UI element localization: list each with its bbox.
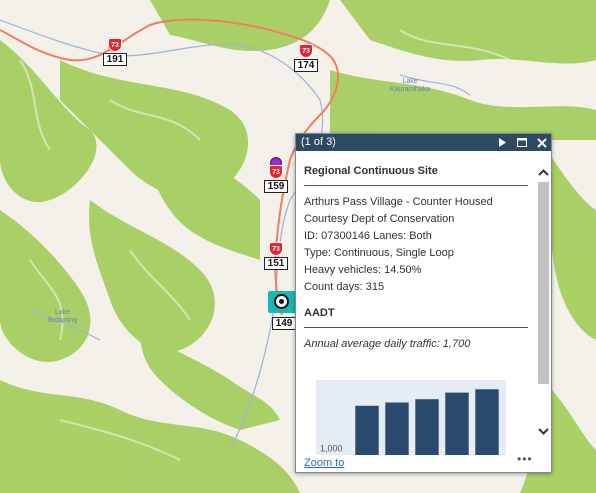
scroll-up-button[interactable] (536, 165, 551, 179)
chart-bar[interactable] (445, 392, 469, 455)
site-title: Regional Continuous Site (304, 165, 528, 186)
popup-content[interactable]: Regional Continuous Site Arthurs Pass Vi… (296, 151, 536, 455)
zoom-to-link[interactable]: Zoom to (304, 457, 344, 470)
route-shield-191: 73 191 (103, 38, 127, 66)
popup-feature-counter: (1 of 3) (301, 136, 336, 148)
popup-scrollbar[interactable] (536, 151, 551, 455)
aadt-chart-svg: 1,000 (320, 389, 502, 456)
scroll-thumb[interactable] (538, 182, 549, 384)
attribute-line: Type: Continuous, Single Loop (304, 247, 454, 259)
maximize-icon (516, 138, 527, 147)
play-next-icon (499, 138, 506, 147)
aadt-section-title: AADT (304, 307, 528, 328)
chart-bar[interactable] (415, 399, 439, 455)
aadt-chart: 1,000 (316, 380, 506, 455)
attribute-line: Courtesy Dept of Conservation (304, 213, 455, 225)
close-icon (536, 137, 547, 148)
chevron-down-icon (538, 427, 549, 435)
more-actions-button[interactable]: ••• (517, 453, 535, 465)
chart-bar[interactable] (475, 389, 499, 455)
route-shield-149: 73 149 (272, 302, 296, 330)
next-feature-button[interactable] (494, 134, 511, 151)
attribute-line: ID: 07300146 Lanes: Both (304, 230, 432, 242)
y-tick-label: 1,000 (320, 444, 343, 454)
scroll-down-button[interactable] (536, 424, 551, 438)
place-label-lake-kaurarahaka: Lake Kaurarahaka (390, 78, 431, 93)
attribute-line: Arthurs Pass Village - Counter Housed (304, 196, 493, 208)
close-button[interactable] (533, 134, 550, 151)
route-shield-159: 73 159 (264, 165, 288, 193)
attribute-line: Count days: 315 (304, 281, 385, 293)
maximize-button[interactable] (513, 134, 530, 151)
route-shield-174: 73 174 (294, 44, 318, 72)
popup-footer: Zoom to ••• (296, 453, 551, 472)
place-label-lake-browning: Lake Browning (48, 309, 78, 324)
site-attributes: Arthurs Pass Village - Counter Housed Co… (304, 194, 528, 296)
chart-bar[interactable] (385, 402, 409, 456)
info-popup[interactable]: (1 of 3) Regional Continuous Site Arthur… (295, 133, 552, 473)
popup-titlebar: (1 of 3) (296, 134, 551, 151)
chevron-up-icon (538, 168, 549, 176)
route-shield-151: 73 151 (264, 242, 288, 270)
chart-bar[interactable] (355, 405, 379, 455)
attribute-line: Heavy vehicles: 14.50% (304, 264, 422, 276)
chart-caption: Annual average daily traffic: 1,700 (304, 338, 471, 350)
